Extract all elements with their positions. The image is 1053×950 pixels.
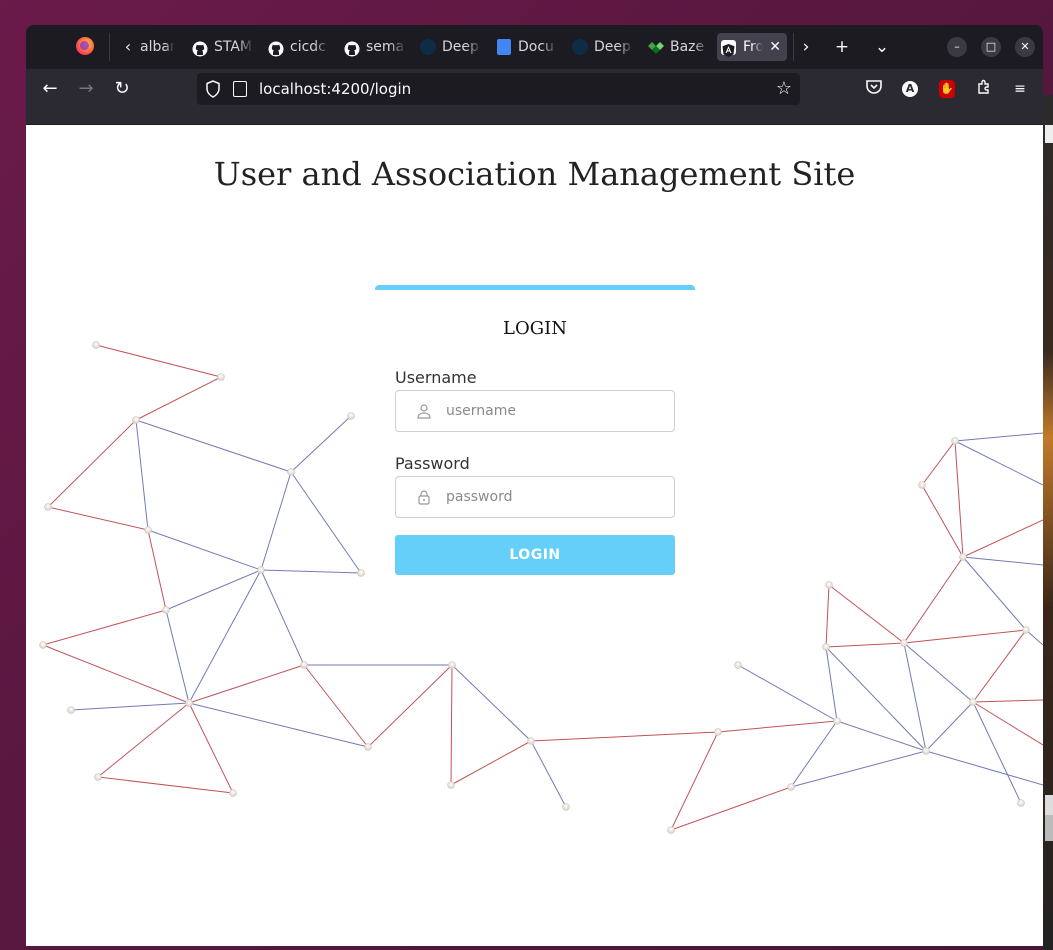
tab-4[interactable]: sema (340, 33, 406, 61)
bookmarks-toolbar-strip (26, 109, 1043, 125)
url-host: localhost (259, 80, 327, 98)
tab-label: Docu (518, 39, 554, 55)
tab-strip: ‹ albar STAMP cicdc sema Deep (26, 25, 1043, 69)
page-info-icon[interactable] (233, 81, 247, 97)
extensions-puzzle-icon[interactable] (974, 79, 994, 99)
tab-label: Deep (442, 39, 479, 55)
tab-label: Fro (743, 39, 763, 55)
docs-icon (497, 39, 511, 55)
github-icon (344, 39, 360, 57)
navigation-toolbar: ← → ↻ localhost:4200/login ☆ A ✋ ≡ (26, 69, 1043, 109)
deepl-icon (420, 39, 436, 55)
maximize-icon[interactable]: □ (981, 37, 1001, 57)
tab-7[interactable]: Deep (568, 33, 634, 61)
desktop-window-fragment (1045, 795, 1053, 815)
account-avatar-icon[interactable]: A (902, 81, 918, 97)
pocket-icon[interactable] (864, 79, 884, 99)
password-field[interactable] (395, 476, 675, 518)
tab-label: cicdc (290, 39, 326, 55)
tab-label: sema (366, 39, 405, 55)
page-content: User and Association Management Site LOG… (26, 125, 1043, 946)
new-tab-icon[interactable]: + (830, 35, 854, 59)
tab-1[interactable]: albar (138, 33, 174, 61)
tab-label: Baze (670, 39, 705, 55)
desktop-window-fragment (1045, 815, 1053, 841)
tab-label: albar (140, 39, 174, 55)
user-icon (416, 403, 432, 419)
desktop-window-fragment (1045, 125, 1053, 143)
username-input[interactable] (446, 391, 666, 431)
deepl-icon (572, 39, 588, 55)
scroll-tabs-left-icon[interactable]: ‹ (116, 35, 140, 59)
lock-icon (416, 489, 432, 505)
tab-3[interactable]: cicdc (264, 33, 330, 61)
menu-hamburger-icon[interactable]: ≡ (1010, 79, 1030, 99)
tracking-protection-shield-icon[interactable] (205, 80, 221, 98)
list-all-tabs-icon[interactable]: ⌄ (870, 35, 894, 59)
password-label: Password (395, 454, 470, 473)
tab-label: STAMP (214, 39, 254, 55)
tab-2[interactable]: STAMP (188, 33, 254, 61)
github-icon (192, 39, 208, 57)
reload-icon[interactable]: ↻ (110, 77, 134, 101)
tab-active-frontend[interactable]: Fro ✕ (717, 33, 787, 61)
bookmark-star-icon[interactable]: ☆ (774, 79, 794, 99)
close-window-icon[interactable]: ✕ (1015, 37, 1035, 57)
password-input[interactable] (446, 477, 666, 517)
login-button[interactable]: LOGIN (395, 535, 675, 575)
forward-icon[interactable]: → (74, 77, 98, 101)
url-text[interactable]: localhost:4200/login (259, 73, 411, 105)
browser-window: ‹ albar STAMP cicdc sema Deep (26, 25, 1043, 946)
github-icon (268, 39, 284, 57)
login-heading: LOGIN (503, 318, 567, 339)
url-path: :4200/login (326, 80, 412, 98)
page-title: User and Association Management Site (213, 155, 856, 193)
login-card: LOGIN Username Password LOGIN (375, 285, 695, 595)
tab-label: Deep (594, 39, 631, 55)
minimize-icon[interactable]: – (947, 37, 967, 57)
ublock-extension-icon[interactable]: ✋ (939, 80, 955, 98)
firefox-icon (76, 37, 94, 55)
tab-8[interactable]: Baze (644, 33, 710, 61)
back-icon[interactable]: ← (38, 77, 62, 101)
username-label: Username (395, 368, 477, 387)
scroll-tabs-right-icon[interactable]: › (794, 35, 818, 59)
tab-5[interactable]: Deep (416, 33, 482, 61)
address-bar[interactable]: localhost:4200/login ☆ (197, 73, 800, 105)
close-tab-icon[interactable]: ✕ (769, 33, 781, 61)
bazel-icon (648, 39, 664, 55)
angular-icon (721, 40, 736, 57)
desktop-background-strip (1043, 95, 1053, 950)
username-field[interactable] (395, 390, 675, 432)
divider (109, 33, 110, 61)
tab-6[interactable]: Docu (492, 33, 558, 61)
